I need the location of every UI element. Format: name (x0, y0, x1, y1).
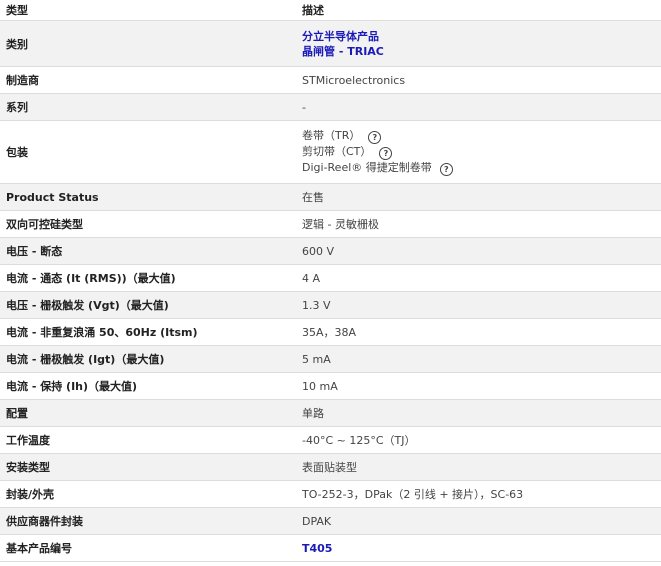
row-triac-type: 双向可控硅类型 逻辑 - 灵敏栅极 (0, 210, 661, 238)
row-value: 35A，38A (296, 318, 661, 346)
row-value: 卷带（TR）? 剪切带（CT）? Digi-Reel® 得捷定制卷带? (296, 120, 661, 184)
row-label: Product Status (0, 183, 296, 211)
row-value: 逻辑 - 灵敏栅极 (296, 210, 661, 238)
row-label: 包装 (0, 120, 296, 184)
help-icon[interactable]: ? (439, 163, 453, 176)
row-value: 表面贴装型 (296, 453, 661, 481)
row-value: 分立半导体产品 晶闸管 - TRIAC (296, 20, 661, 67)
row-value: TO-252-3，DPak（2 引线 + 接片），SC-63 (296, 480, 661, 508)
product-attributes-table: 类型 描述 类别 分立半导体产品 晶闸管 - TRIAC 制造商 STMicro… (0, 0, 661, 562)
row-product-status: Product Status 在售 (0, 183, 661, 211)
help-icon[interactable]: ? (368, 131, 382, 144)
row-supplier-package: 供应商器件封装 DPAK (0, 507, 661, 535)
help-icon[interactable]: ? (379, 147, 393, 160)
row-current-gate: 电流 - 栅极触发 (Igt)（最大值) 5 mA (0, 345, 661, 373)
table-header-row: 类型 描述 (0, 0, 661, 21)
row-value: 在售 (296, 183, 661, 211)
row-manufacturer: 制造商 STMicroelectronics (0, 66, 661, 94)
row-label: 电流 - 保持 (Ih)（最大值) (0, 372, 296, 400)
row-value: 600 V (296, 237, 661, 265)
row-label: 系列 (0, 93, 296, 121)
row-label: 供应商器件封装 (0, 507, 296, 535)
row-voltage-gate: 电压 - 栅极触发 (Vgt)（最大值) 1.3 V (0, 291, 661, 319)
row-voltage-off: 电压 - 断态 600 V (0, 237, 661, 265)
row-label: 类别 (0, 20, 296, 67)
row-configuration: 配置 单路 (0, 399, 661, 427)
row-label: 制造商 (0, 66, 296, 94)
category-link-discrete[interactable]: 分立半导体产品 (302, 29, 655, 44)
row-label: 工作温度 (0, 426, 296, 454)
row-value: 10 mA (296, 372, 661, 400)
row-operating-temp: 工作温度 -40°C ~ 125°C（TJ） (0, 426, 661, 454)
row-category: 类别 分立半导体产品 晶闸管 - TRIAC (0, 20, 661, 67)
row-base-part: 基本产品编号 T405 (0, 534, 661, 562)
row-value: 1.3 V (296, 291, 661, 319)
packaging-option-text: 剪切带（CT） (302, 145, 372, 158)
row-label: 电流 - 通态 (It (RMS))（最大值) (0, 264, 296, 292)
packaging-option-text: Digi-Reel® 得捷定制卷带 (302, 161, 432, 174)
base-part-link[interactable]: T405 (302, 542, 332, 555)
row-mounting-type: 安装类型 表面贴装型 (0, 453, 661, 481)
row-value: STMicroelectronics (296, 66, 661, 94)
row-package-case: 封装/外壳 TO-252-3，DPak（2 引线 + 接片），SC-63 (0, 480, 661, 508)
row-label: 封装/外壳 (0, 480, 296, 508)
category-link-triac[interactable]: 晶闸管 - TRIAC (302, 44, 655, 59)
row-value: -40°C ~ 125°C（TJ） (296, 426, 661, 454)
row-value: T405 (296, 534, 661, 562)
row-value: 5 mA (296, 345, 661, 373)
row-label: 电流 - 非重复浪涌 50、60Hz (Itsm) (0, 318, 296, 346)
row-label: 电流 - 栅极触发 (Igt)（最大值) (0, 345, 296, 373)
header-description: 描述 (296, 0, 661, 21)
row-series: 系列 - (0, 93, 661, 121)
packaging-option: 卷带（TR）? (302, 128, 655, 144)
row-current-surge: 电流 - 非重复浪涌 50、60Hz (Itsm) 35A，38A (0, 318, 661, 346)
row-label: 电压 - 断态 (0, 237, 296, 265)
row-label: 电压 - 栅极触发 (Vgt)（最大值) (0, 291, 296, 319)
row-current-on: 电流 - 通态 (It (RMS))（最大值) 4 A (0, 264, 661, 292)
row-label: 基本产品编号 (0, 534, 296, 562)
row-current-hold: 电流 - 保持 (Ih)（最大值) 10 mA (0, 372, 661, 400)
row-value: 4 A (296, 264, 661, 292)
packaging-option: Digi-Reel® 得捷定制卷带? (302, 160, 655, 176)
row-value: DPAK (296, 507, 661, 535)
row-value: - (296, 93, 661, 121)
header-type: 类型 (0, 0, 296, 21)
row-value: 单路 (296, 399, 661, 427)
row-packaging: 包装 卷带（TR）? 剪切带（CT）? Digi-Reel® 得捷定制卷带? (0, 120, 661, 184)
packaging-option: 剪切带（CT）? (302, 144, 655, 160)
row-label: 配置 (0, 399, 296, 427)
row-label: 双向可控硅类型 (0, 210, 296, 238)
row-label: 安装类型 (0, 453, 296, 481)
packaging-option-text: 卷带（TR） (302, 129, 361, 142)
